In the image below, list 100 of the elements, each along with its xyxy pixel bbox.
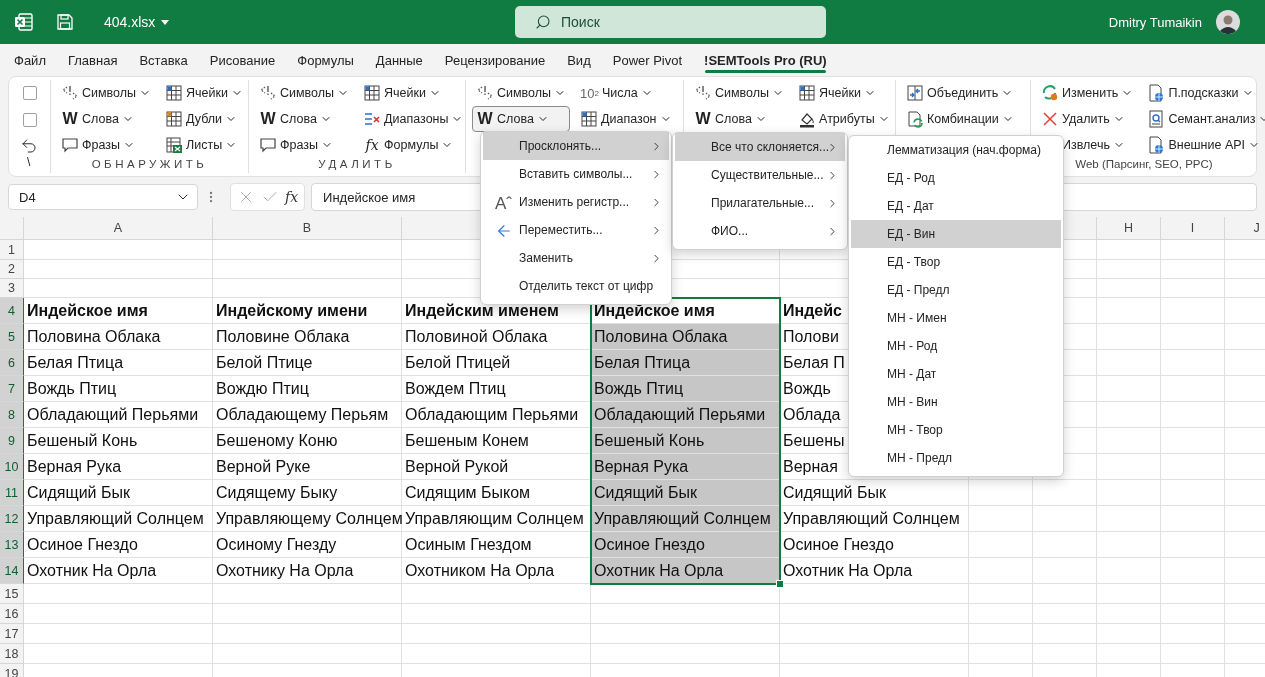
ribbon-button[interactable]: Фразы [57,132,156,158]
ribbon-tab[interactable]: Файл [3,53,57,74]
ribbon-button[interactable]: Листы [161,132,247,158]
ribbon-tab[interactable]: Рисование [198,53,287,74]
row-header[interactable]: 2 [0,260,24,279]
ribbon-tab[interactable]: Главная [56,53,129,74]
menu-item[interactable]: ФИО... [675,217,845,245]
ribbon-button[interactable]: Семант.анализ [1143,106,1265,132]
search-field[interactable]: Поиск [515,6,826,38]
menu-item[interactable]: Все что склоняется... [675,133,845,161]
empty-cell [1097,260,1161,279]
menu-item[interactable]: Заменить [483,244,669,272]
ribbon-tab[interactable]: Вставка [128,53,199,74]
row-header[interactable]: 18 [0,644,24,664]
checkbox[interactable] [23,86,37,100]
row-header[interactable]: 12 [0,506,24,532]
column-header[interactable]: H [1097,217,1161,240]
ribbon-tab[interactable]: Данные [364,53,434,74]
empty-cell [1161,240,1225,260]
undo-icon[interactable] [20,137,38,155]
menu-item[interactable]: Прилагательные... [675,189,845,217]
ribbon-button[interactable]: 10$^{2}$ Числа [576,80,676,106]
ribbon-tab[interactable]: Power Pivot [601,53,694,74]
document-globe-icon [1147,136,1166,154]
row-header[interactable]: 8 [0,402,24,428]
table-cell: Индейское имя [24,298,213,324]
empty-cell [1097,506,1161,532]
ribbon-button[interactable]: Ячейки [359,80,468,106]
ribbon-tab[interactable]: Рецензирование [433,53,557,74]
menu-item[interactable]: ЕД - Твор [851,248,1061,276]
menu-item[interactable]: ЕД - Вин [851,220,1061,248]
row-header[interactable]: 13 [0,532,24,558]
ribbon-button[interactable]: Ячейки [161,80,247,106]
row-header[interactable]: 11 [0,480,24,506]
menu-item[interactable]: Лемматизация (нач.форма) [851,136,1061,164]
ribbon-button[interactable]: W Слова [472,106,571,132]
column-header[interactable]: I [1161,217,1225,240]
file-name-button[interactable]: 404.xlsx [104,14,170,30]
menu-item[interactable]: Aˆ Изменить регистр... [483,188,669,216]
row-header[interactable]: 5 [0,324,24,350]
ribbon-button[interactable]: Удалить [1037,106,1138,132]
row-header[interactable]: 10 [0,454,24,480]
group-label: ОБНАРУЖИТЬ [90,158,209,172]
ribbon-button[interactable]: Атрибуты [794,106,894,132]
ribbon-button[interactable]: Символы [255,80,354,106]
row-header[interactable]: 16 [0,604,24,624]
ribbon-button[interactable]: Комбинации [902,106,1018,132]
spreadsheet-app-icon[interactable] [14,12,34,32]
ribbon-tab[interactable]: Формулы [286,53,365,74]
document-arrows-icon [906,84,924,102]
ribbon-button[interactable]: W Слова [690,106,789,132]
table-cell: Осиное Гнездо [591,532,780,558]
row-header[interactable]: 1 [0,240,24,260]
row-header[interactable]: 17 [0,624,24,644]
menu-item[interactable]: Просклонять... [483,132,669,160]
row-header[interactable]: 7 [0,376,24,402]
empty-cell [1161,532,1225,558]
avatar[interactable] [1216,10,1240,34]
ribbon-button[interactable]: W Слова [255,106,354,132]
row-header[interactable]: 14 [0,558,24,584]
ribbon-button[interactable]: Символы [690,80,789,106]
row-header[interactable]: 15 [0,584,24,604]
ribbon-tab[interactable]: !SEMTools Pro (RU) [693,53,838,74]
row-header[interactable]: 3 [0,279,24,298]
checkbox[interactable] [23,113,37,127]
empty-cell [1097,454,1161,480]
ribbon-button[interactable]: П.подсказки [1143,80,1265,106]
ribbon-tab[interactable]: Вид [556,53,602,74]
menu-item[interactable]: ЕД - Род [851,164,1061,192]
ribbon-button[interactable]: fx Формулы [359,132,468,158]
menu-item[interactable]: ЕД - Дат [851,192,1061,220]
ribbon-button[interactable]: Символы [57,80,156,106]
column-header[interactable]: B [213,217,402,240]
name-box[interactable]: D4 [8,184,198,210]
empty-cell [1033,584,1097,604]
empty-cell [1033,532,1097,558]
row-header[interactable]: 19 [0,664,24,677]
ribbon-button[interactable]: Диапазоны [359,106,468,132]
column-header[interactable]: J [1225,217,1265,240]
save-icon[interactable] [56,13,74,31]
fill-handle[interactable] [776,580,784,588]
table-cell: Вождь Птиц [591,376,780,402]
ribbon-button[interactable]: Объединить [902,80,1018,106]
ribbon-button[interactable]: Ячейки [794,80,894,106]
row-header[interactable]: 9 [0,428,24,454]
ribbon-button[interactable]: Фразы [255,132,354,158]
ribbon-button[interactable]: Изменить [1037,80,1138,106]
empty-cell [1161,376,1225,402]
row-header[interactable]: 6 [0,350,24,376]
row-header[interactable]: 4 [0,298,24,324]
column-header[interactable]: A [24,217,213,240]
function-icon[interactable]: fx [285,189,299,205]
menu-item[interactable]: Существительные... [675,161,845,189]
ribbon-button[interactable]: W Слова [57,106,156,132]
menu-item[interactable]: Отделить текст от цифр [483,272,669,300]
menu-item[interactable]: Переместить... [483,216,669,244]
menu-item[interactable]: Вставить символы... [483,160,669,188]
ribbon-button[interactable]: Символы [472,80,571,106]
ribbon-button[interactable]: Внешние API [1143,132,1265,158]
ribbon-button[interactable]: Дубли [161,106,247,132]
